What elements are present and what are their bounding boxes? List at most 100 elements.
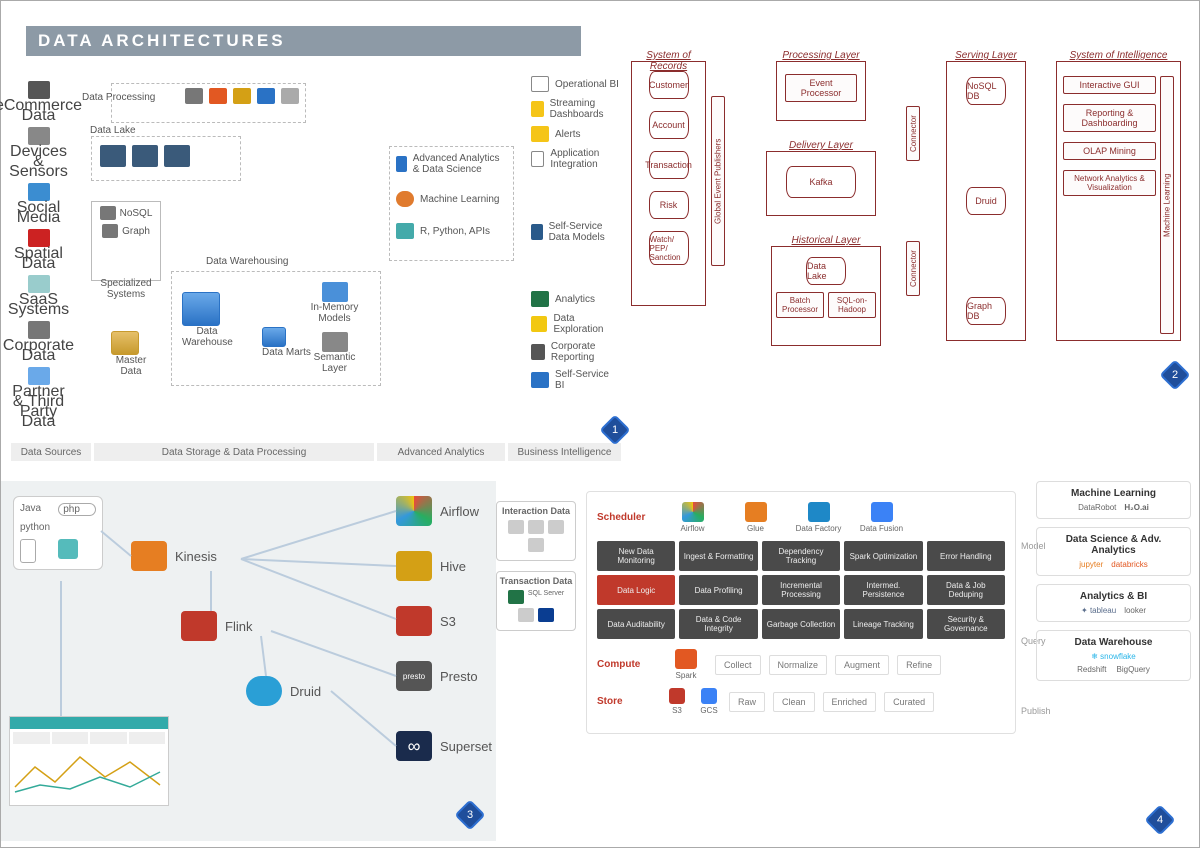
store-row: Store S3 GCS Raw Clean Enriched Curated xyxy=(597,688,1005,715)
capability-cell: Intermed. Persistence xyxy=(844,575,922,605)
diagram-4: Interaction Data Transaction Data SQL Se… xyxy=(496,481,1196,841)
data-processing-box: Data Processing xyxy=(111,83,306,123)
capability-cell: Lineage Tracking xyxy=(844,609,922,639)
flink: Flink xyxy=(181,611,252,641)
source-social: Social Media xyxy=(11,183,66,223)
capability-cell: Garbage Collection xyxy=(762,609,840,639)
kafka: Kafka xyxy=(786,166,856,198)
tool-datafactory: Data Factory xyxy=(791,502,846,533)
step-refine: Refine xyxy=(897,655,941,675)
spark-icon xyxy=(209,88,227,104)
zone-raw: Raw xyxy=(729,692,765,712)
superset: ∞Superset xyxy=(396,731,492,761)
records-transaction: Transaction xyxy=(649,151,689,179)
historical-layer: Historical Layer Data Lake Batch Process… xyxy=(771,246,881,346)
bi-top-group: Operational BI Streaming Dashboards Aler… xyxy=(531,76,621,176)
capability-cell: Security & Governance xyxy=(927,609,1005,639)
tool-glue: Glue xyxy=(728,502,783,533)
druid: Druid xyxy=(246,676,321,706)
folder-icon xyxy=(100,145,126,167)
capability-cell: Spark Optimization xyxy=(844,541,922,571)
capability-cell: Ingest & Formatting xyxy=(679,541,757,571)
source-spatial: Spatial Data xyxy=(11,229,66,269)
connector-1: Connector xyxy=(906,106,920,161)
tab-analytics: Advanced Analytics xyxy=(377,443,505,461)
data-lake-box: Data Lake xyxy=(91,136,241,181)
processing-layer: Processing Layer Event Processor xyxy=(776,61,866,121)
nosql-db: NoSQL DB xyxy=(966,77,1006,105)
tool-datafusion: Data Fusion xyxy=(854,502,909,533)
badge-3: 3 xyxy=(454,799,485,830)
records-risk: Risk xyxy=(649,191,689,219)
event-publishers: Global Event Publishers xyxy=(711,96,725,266)
connector-2: Connector xyxy=(906,241,920,296)
machine-learning-side: Machine Learning xyxy=(1160,76,1174,334)
records-account: Account xyxy=(649,111,689,139)
capability-cell: Dependency Tracking xyxy=(762,541,840,571)
tab-bi: Business Intelligence xyxy=(508,443,621,461)
lang-box: Javaphp python xyxy=(13,496,103,570)
gear-icon xyxy=(281,88,299,104)
reporting: Reporting & Dashboarding xyxy=(1063,104,1156,132)
data-warehousing-label: Data Warehousing xyxy=(206,256,288,267)
scheduler-row: Scheduler Airflow Glue Data Factory Data… xyxy=(597,502,1005,533)
step-collect: Collect xyxy=(715,655,761,675)
page-title: DATA ARCHITECTURES xyxy=(26,26,581,56)
capability-grid: New Data MonitoringIngest & FormattingDe… xyxy=(597,541,1005,639)
batch-processor: Batch Processor xyxy=(776,292,824,318)
capability-cell: Data Logic xyxy=(597,575,675,605)
compute-row: Compute Spark Collect Normalize Augment … xyxy=(597,649,1005,680)
delivery-layer: Delivery Layer Kafka xyxy=(766,151,876,216)
capability-cell: Data & Job Deduping xyxy=(927,575,1005,605)
source-saas: SaaS Systems xyxy=(11,275,66,315)
spark-engine: Spark xyxy=(665,649,707,680)
advanced-analytics-box: Advanced Analytics & Data Science Machin… xyxy=(389,146,514,261)
sql-icon xyxy=(257,88,275,104)
data-sources-column: eCommerce Data Devices & Sensors Social … xyxy=(11,81,66,433)
records-customer: Customer xyxy=(649,71,689,99)
records-watch: Watch/ PEP/ Sanction xyxy=(649,231,689,265)
store-s3: S3 xyxy=(665,688,689,715)
consumer-column: Machine LearningDataRobotH₂O.ai Data Sci… xyxy=(1036,481,1191,689)
serving-layer: Serving Layer NoSQL DB Druid Graph DB xyxy=(946,61,1026,341)
source-devices: Devices & Sensors xyxy=(11,127,66,177)
dashboard-preview xyxy=(9,716,169,806)
diagram-3: Javaphp python Kinesis Flink Druid Airfl… xyxy=(1,481,496,841)
capability-cell: Data Profiling xyxy=(679,575,757,605)
diagram-1: eCommerce Data Devices & Sensors Social … xyxy=(11,61,621,461)
airflow: Airflow xyxy=(396,496,479,526)
transaction-data: Transaction Data SQL Server xyxy=(496,571,576,631)
source-partner: Partner & Third Party Data xyxy=(11,367,66,427)
zone-enriched: Enriched xyxy=(823,692,877,712)
folder-icon xyxy=(132,145,158,167)
left-data-inputs: Interaction Data Transaction Data SQL Se… xyxy=(496,501,576,641)
capability-cell: Data & Code Integrity xyxy=(679,609,757,639)
zone-clean: Clean xyxy=(773,692,815,712)
network-analytics: Network Analytics & Visualization xyxy=(1063,170,1156,196)
folder-icon xyxy=(164,145,190,167)
pipeline-box: Scheduler Airflow Glue Data Factory Data… xyxy=(586,491,1016,734)
sec-ml: Machine LearningDataRobotH₂O.ai xyxy=(1036,481,1191,519)
zone-curated: Curated xyxy=(884,692,934,712)
badge-4: 4 xyxy=(1144,804,1175,835)
system-of-intelligence: System of Intelligence Interactive GUI R… xyxy=(1056,61,1181,341)
system-of-records: System of Records Customer Account Trans… xyxy=(631,61,706,306)
capability-cell: Data Auditability xyxy=(597,609,675,639)
step-augment: Augment xyxy=(835,655,889,675)
tab-storage: Data Storage & Data Processing xyxy=(94,443,374,461)
tab-sources: Data Sources xyxy=(11,443,91,461)
interaction-data: Interaction Data xyxy=(496,501,576,561)
sec-ds: Data Science & Adv. Analyticsjupyterdata… xyxy=(1036,527,1191,576)
hive-icon xyxy=(233,88,251,104)
druid-cyl: Druid xyxy=(966,187,1006,215)
source-corporate: Corporate Data xyxy=(11,321,66,361)
sec-bi: Analytics & BI✦ tableaulooker xyxy=(1036,584,1191,622)
s3: S3 xyxy=(396,606,456,636)
event-processor: Event Processor xyxy=(785,74,857,102)
specialized-systems-box: NoSQL Graph Specialized Systems xyxy=(91,201,161,281)
step-normalize: Normalize xyxy=(769,655,828,675)
bi-mid-group: Self-Service Data Models xyxy=(531,221,621,249)
hadoop-icon xyxy=(185,88,203,104)
interactive-gui: Interactive GUI xyxy=(1063,76,1156,94)
arrow-publish: Publish xyxy=(1021,706,1051,716)
